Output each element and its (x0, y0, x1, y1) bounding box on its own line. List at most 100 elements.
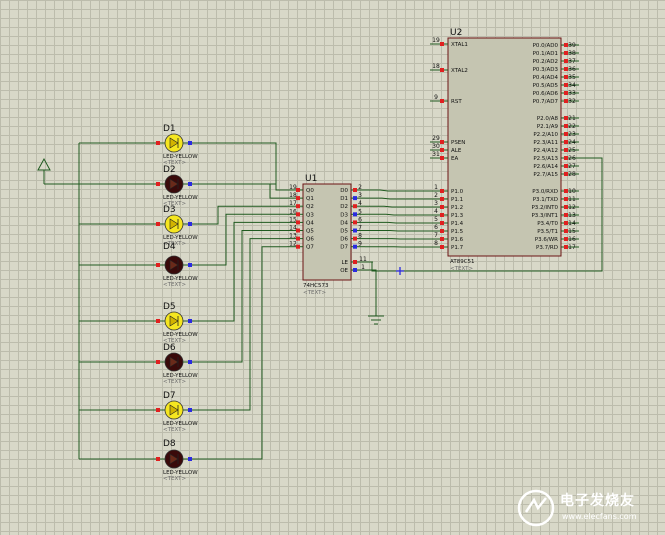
led-text: <TEXT> (163, 427, 186, 433)
u2-pin-state (440, 213, 444, 217)
u2-pin-label: P0.1/AD1 (533, 51, 558, 57)
led-pin-state (156, 457, 160, 461)
u2-pin-state (564, 205, 568, 209)
u2-pin-num: 16 (568, 236, 576, 243)
u2-pin-state (440, 205, 444, 209)
u2-pin-label: P2.3/A11 (533, 140, 558, 146)
u2-pin-num: 21 (568, 115, 576, 122)
u2-pin-label: P1.1 (451, 197, 463, 203)
led-pin-state (156, 263, 160, 267)
u2-pin-num: 26 (568, 155, 576, 162)
led-ref: D4 (163, 242, 176, 252)
u2-pin-state (564, 164, 568, 168)
u1-pin-label: D2 (340, 204, 348, 210)
u2-pin-label: XTAL2 (451, 68, 468, 74)
bus-wire-1 (365, 197, 430, 200)
u1-pin-num: 9 (358, 241, 362, 248)
u2-ref: U2 (450, 28, 462, 38)
u1-pin-label: D5 (340, 229, 348, 235)
u2-pin-num: 24 (568, 139, 576, 146)
u1-pin-state (353, 188, 357, 192)
u2-pin-num: 37 (568, 58, 576, 65)
led-ref: D8 (163, 439, 176, 449)
u2-pin-state (564, 197, 568, 201)
u1-pin-state (353, 236, 357, 241)
u1-pin-label: D3 (340, 212, 348, 218)
u2-pin-num: 17 (568, 244, 576, 251)
watermark-url: www.elecfans.com (562, 512, 637, 521)
u2-pin-label: P3.7/RD (536, 245, 558, 251)
u2-pin-label: P0.7/AD7 (533, 99, 559, 105)
u2-pin-num: 39 (568, 42, 576, 49)
u2-pin-label: XTAL1 (451, 42, 468, 48)
u2-pin-state (440, 156, 444, 160)
u2-pin-label: P3.2/INT0 (531, 205, 558, 211)
u2-pin-state (564, 99, 568, 103)
u1-pin-state (353, 228, 357, 233)
u1-pin-state (353, 204, 357, 209)
u2-pin-label: P2.1/A9 (537, 124, 559, 130)
u2-pin-state (564, 237, 568, 241)
u1-pin-num: 6 (358, 216, 362, 223)
led-ref: D3 (163, 205, 176, 215)
u1-pin-label: Q3 (306, 212, 314, 218)
u2-pin-state (440, 42, 444, 46)
led-pin-state (188, 182, 192, 186)
watermark-logo-icon (517, 489, 555, 527)
led-pin-state (156, 141, 160, 145)
u2-pin-label: P0.3/AD3 (533, 67, 559, 73)
led-pin-state (156, 222, 160, 226)
u2-pin-label: ALE (451, 148, 462, 154)
u2-pin-state (564, 189, 568, 193)
u2-pin-num: 3 (434, 200, 438, 207)
led-cathode-wire (194, 246, 287, 460)
bus-wire-0 (365, 189, 430, 192)
u1-pin-state (353, 196, 357, 201)
u2-pin-label: P0.6/AD6 (533, 91, 559, 97)
led-pin-state (188, 141, 192, 145)
u2-pin-num: 9 (434, 94, 438, 101)
led-pin-state (188, 360, 192, 364)
u2-pin-num: 19 (432, 37, 440, 44)
bus-wire-5 (365, 230, 430, 232)
power-terminal-icon (37, 157, 51, 171)
watermark-title: 电子发烧友 (560, 493, 635, 509)
u2-pin-label: P1.5 (451, 229, 464, 235)
u2-pin-state (440, 229, 444, 233)
u2-pin-state (440, 237, 444, 241)
u2-pin-state (564, 229, 568, 233)
led-pin-state (156, 319, 160, 323)
u2-pin-label: P1.3 (451, 213, 464, 219)
u1-pin-state (353, 268, 357, 272)
u2-pin-state (440, 140, 444, 144)
u2-pin-label: P2.2/A10 (533, 132, 558, 138)
led-pin-state (156, 182, 160, 186)
u1-pin-label: Q6 (306, 237, 314, 243)
led-text: <TEXT> (163, 282, 186, 288)
schematic-canvas[interactable]: U2 AT89C51 <TEXT> 19 XTAL1 18 XTAL2 9 RST 29 PSEN 3… (0, 0, 665, 535)
u2-pin-num: 29 (432, 135, 440, 142)
u2-pin-state (564, 172, 568, 176)
u2-pin-num: 31 (432, 151, 440, 158)
u2-pin-label: P0.0/AD0 (533, 43, 559, 49)
u2-pin-num: 2 (434, 192, 438, 199)
u1-pin-label: Q1 (306, 196, 314, 202)
u1-pin-label: OE (340, 268, 348, 274)
u1-pin-num: 18 (289, 192, 297, 199)
u2-pin-num: 36 (568, 66, 576, 73)
u2-pin-state (564, 221, 568, 225)
u1-pin-label: D6 (340, 237, 348, 243)
u1-pin-label: Q7 (306, 245, 314, 251)
u2-pin-num: 8 (434, 240, 438, 247)
u1-pin-num: 19 (289, 184, 297, 191)
led-ref: D5 (163, 302, 176, 312)
u2-part: AT89C51 (450, 259, 475, 265)
u2-pin-label: P1.7 (451, 245, 464, 251)
u2-pin-state (440, 99, 444, 103)
u1-pin-num: 14 (289, 225, 297, 232)
u2-pin-label: P2.0/A8 (537, 116, 559, 122)
u1-pin-num: 5 (358, 208, 362, 215)
u2-pin-state (564, 116, 568, 120)
u2-pin-state (564, 59, 568, 63)
u2-pin-num: 23 (568, 131, 576, 138)
